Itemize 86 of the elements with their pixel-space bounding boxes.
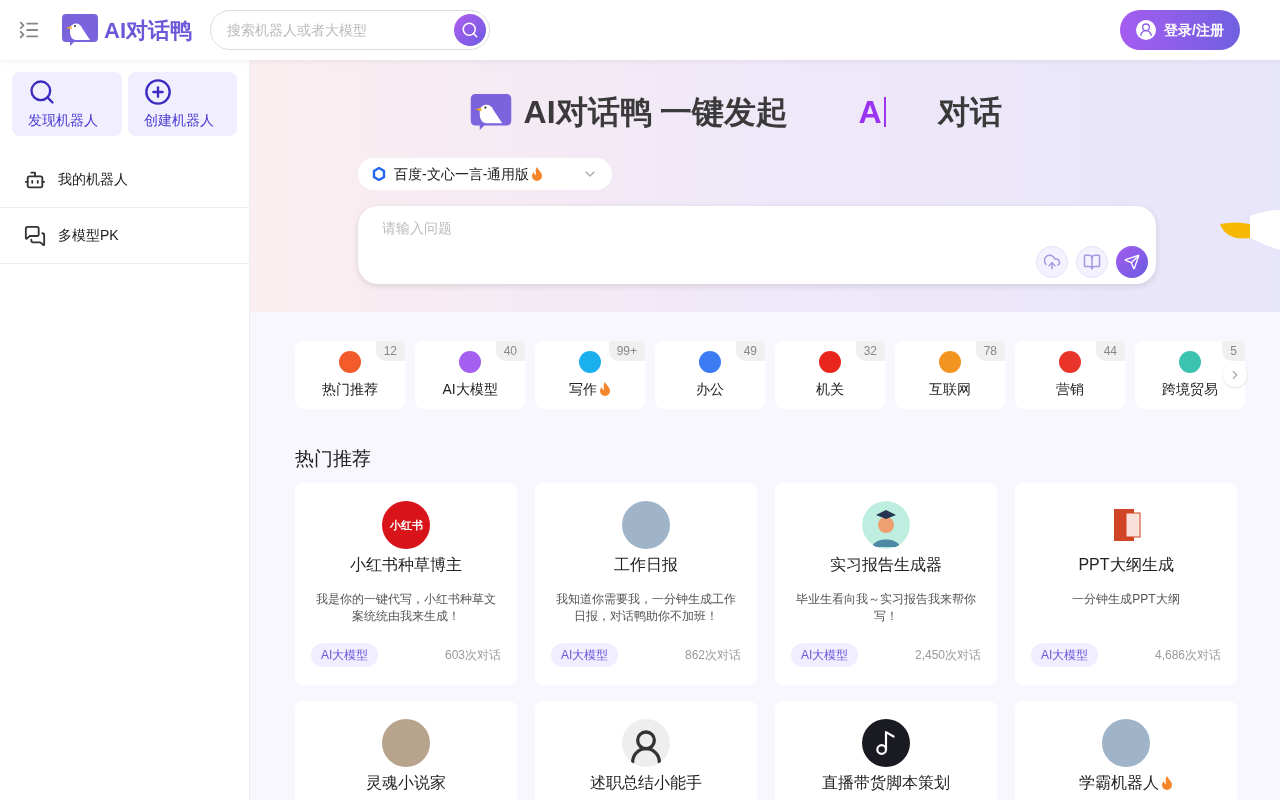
bot-title: 直播带货脚本策划 [822, 773, 950, 793]
photo-placeholder [622, 501, 670, 549]
category-tab[interactable]: AI大模型 40 [415, 341, 525, 409]
chat-count: 2,450次对话 [914, 647, 981, 664]
category-tab[interactable]: 写作 99+ [535, 341, 645, 409]
flame-icon [1161, 776, 1173, 790]
category-tab[interactable]: 跨境贸易 5 [1135, 341, 1245, 409]
chat-count: 4,686次对话 [1154, 647, 1221, 664]
hero-title-suffix: 对话 [938, 93, 1003, 132]
student-avatar-icon [862, 501, 910, 549]
upload-button[interactable] [1036, 246, 1068, 278]
person-avatar-icon [622, 719, 670, 767]
photo-placeholder [1102, 719, 1150, 767]
search-button[interactable] [454, 14, 486, 46]
question-field[interactable]: 请输入问题 [382, 218, 1132, 242]
count-badge: 44 [1095, 341, 1125, 361]
bot-title: 灵魂小说家 [366, 773, 446, 793]
count-badge: 78 [975, 341, 1005, 361]
brand-name: AI对话鸭 [104, 16, 192, 45]
search-icon [461, 21, 479, 39]
sidebar-action[interactable]: 创建机器人 [127, 72, 237, 136]
flame-icon [531, 167, 544, 181]
bot-title: PPT大纲生成 [1078, 555, 1174, 575]
login-button[interactable]: 登录/注册 [1120, 10, 1240, 50]
search-icon [28, 78, 56, 106]
user-icon [1136, 20, 1157, 40]
bot-card[interactable]: 述职总结小能手 [535, 701, 757, 800]
bot-card[interactable]: PPT大纲生成 一分钟生成PPT大纲 AI大模型 4,686次对话 [1015, 483, 1237, 685]
music-note-icon [862, 719, 910, 767]
photo-placeholder [382, 719, 430, 767]
bot-description: 我是你的一键代写，小红书种草文案统统由我来生成！ [315, 591, 497, 625]
model-tag: AI大模型 [791, 643, 859, 667]
bot-title: 述职总结小能手 [590, 773, 702, 793]
plus-icon [143, 78, 172, 106]
bot-title: 工作日报 [614, 555, 678, 575]
cube-icon [372, 167, 386, 181]
count-badge: 12 [375, 341, 405, 361]
menu-icon[interactable] [18, 19, 40, 41]
knowledge-button[interactable] [1076, 246, 1108, 278]
section-title: 热门推荐 [295, 447, 372, 471]
category-tab[interactable]: 办公 49 [655, 341, 765, 409]
bot-description: 一分钟生成PPT大纲 [1071, 591, 1181, 608]
text-cursor [883, 97, 886, 127]
bot-card[interactable]: 实习报告生成器 毕业生看向我～实习报告我来帮你写！ AI大模型 2,450次对话 [775, 483, 997, 685]
model-tag: AI大模型 [311, 643, 379, 667]
logo-avatar: 小红书 [382, 501, 430, 549]
model-select[interactable]: 百度-文心一言-通用版 [358, 158, 612, 190]
search-field[interactable]: 搜索机器人或者大模型 [227, 19, 454, 41]
send-button[interactable] [1116, 246, 1148, 278]
chat-count: 862次对话 [684, 647, 741, 664]
category-tab[interactable]: 机关 32 [775, 341, 885, 409]
bot-card[interactable]: 灵魂小说家 [295, 701, 517, 800]
send-icon [1124, 254, 1140, 270]
model-tag: AI大模型 [551, 643, 619, 667]
bot-title: 学霸机器人 [1079, 773, 1173, 793]
chat-count: 603次对话 [444, 647, 501, 664]
bot-description: 我知道你需要我，一分钟生成工作日报，对话鸭助你不加班！ [555, 591, 737, 625]
sidebar-item[interactable]: 多模型PK [0, 208, 249, 264]
sidebar-item[interactable]: 我的机器人 [0, 152, 249, 208]
count-badge: 49 [735, 341, 765, 361]
count-badge: 32 [855, 341, 885, 361]
chat-icon [24, 224, 46, 247]
bot-card[interactable]: 学霸机器人 [1015, 701, 1237, 800]
model-name: 百度-文心一言-通用版 [394, 163, 544, 185]
bot-card[interactable]: 工作日报 我知道你需要我，一分钟生成工作日报，对话鸭助你不加班！ AI大模型 862次对话 [535, 483, 757, 685]
bot-title: 实习报告生成器 [830, 555, 942, 575]
duck-logo-icon [60, 14, 100, 46]
category-tab[interactable]: 营销 44 [1015, 341, 1125, 409]
question-panel[interactable]: 请输入问题 [358, 206, 1156, 284]
typing-text: A [858, 93, 882, 132]
cloud-upload-icon [1043, 253, 1061, 271]
count-badge: 99+ [608, 341, 645, 361]
bot-description: 毕业生看向我～实习报告我来帮你写！ [795, 591, 977, 625]
hero-title: AI对话鸭 一键发起 [523, 93, 789, 132]
sidebar-action[interactable]: 发现机器人 [12, 72, 122, 136]
book-icon [1083, 253, 1101, 271]
category-tab[interactable]: 热门推荐 12 [295, 341, 405, 409]
count-badge: 5 [1222, 341, 1245, 361]
bot-card[interactable]: 小红书 小红书种草博主 我是你的一键代写，小红书种草文案统统由我来生成！ AI大模型 603次对话 [295, 483, 517, 685]
count-badge: 40 [495, 341, 525, 361]
model-tag: AI大模型 [1031, 643, 1099, 667]
bot-card[interactable]: 直播带货脚本策划 [775, 701, 997, 800]
duck-beak-drawing [1220, 210, 1280, 250]
flame-icon [599, 382, 611, 396]
bot-title: 小红书种草博主 [350, 555, 462, 575]
category-tab[interactable]: 互联网 78 [895, 341, 1005, 409]
